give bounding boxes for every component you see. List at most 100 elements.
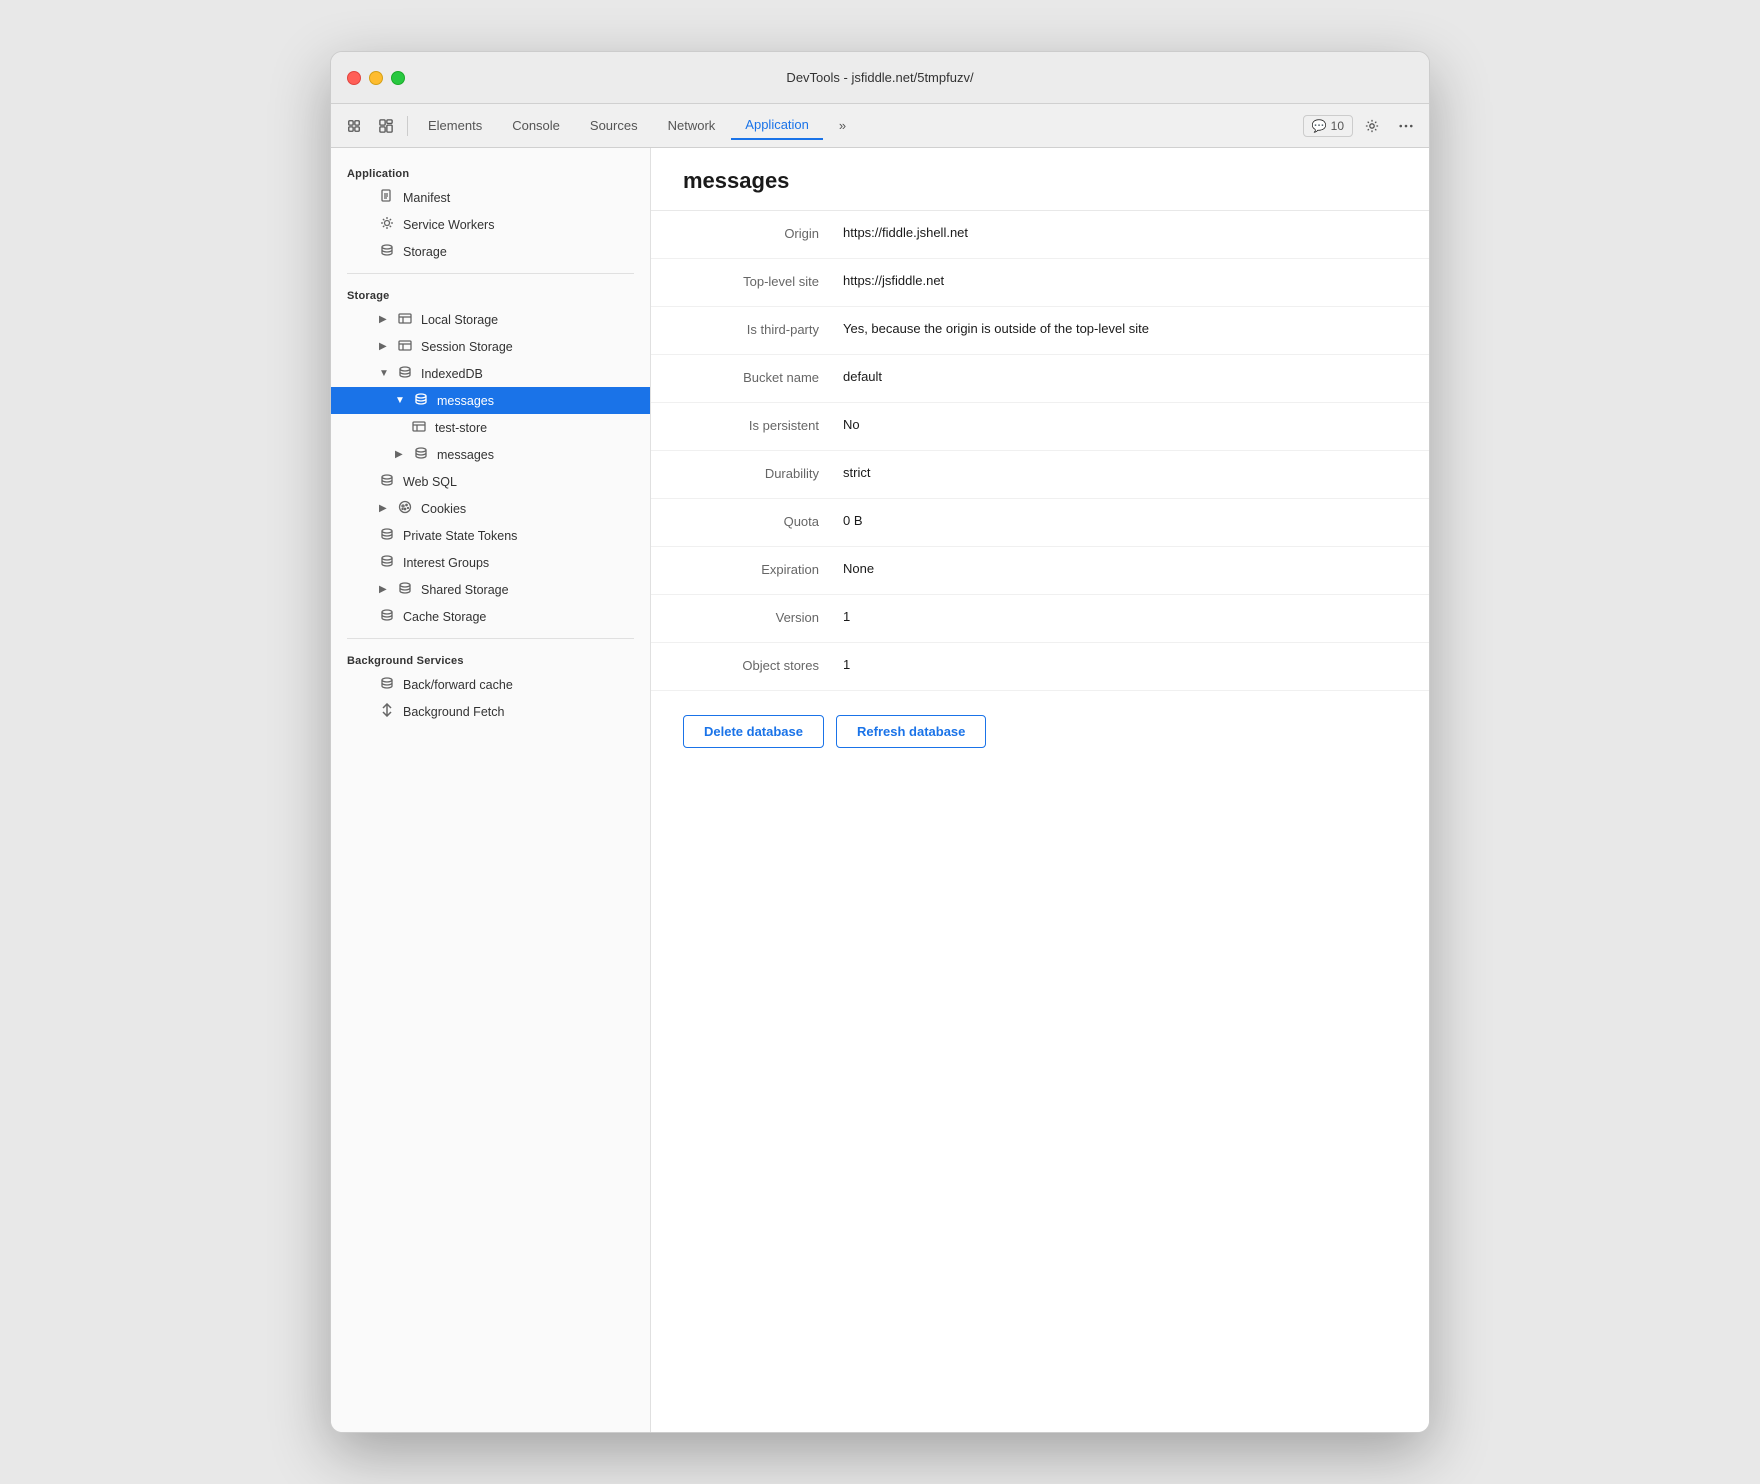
sidebar-item-cookies[interactable]: ▶ Cookies [331,495,650,522]
detail-row-version: Version 1 [651,595,1429,643]
label-is-third-party: Is third-party [683,321,843,337]
sidebar-item-local-storage[interactable]: ▶ Local Storage [331,306,650,333]
sidebar-section-storage: Storage [331,282,650,306]
tab-more[interactable]: » [825,112,860,139]
sidebar-item-background-fetch[interactable]: Background Fetch [331,698,650,725]
value-version: 1 [843,609,1397,624]
session-storage-icon [397,338,413,355]
messages-badge-button[interactable]: 💬 10 [1303,115,1353,137]
shared-storage-arrow: ▶ [379,584,389,595]
window-title: DevTools - jsfiddle.net/5tmpfuzv/ [786,70,973,85]
value-top-level-site: https://jsfiddle.net [843,273,1397,288]
label-object-stores: Object stores [683,657,843,673]
detail-row-is-persistent: Is persistent No [651,403,1429,451]
manifest-icon [379,189,395,206]
minimize-button[interactable] [369,71,383,85]
inspect-tool-button[interactable] [371,115,401,137]
sidebar-item-cache-storage[interactable]: Cache Storage [331,603,650,630]
websql-label: Web SQL [403,475,457,489]
sidebar-item-service-workers[interactable]: Service Workers [331,211,650,238]
settings-button[interactable] [1357,115,1387,137]
sidebar-item-manifest[interactable]: Manifest [331,184,650,211]
value-quota: 0 B [843,513,1397,528]
value-durability: strict [843,465,1397,480]
close-button[interactable] [347,71,361,85]
ellipsis-icon [1399,119,1413,133]
inspect-icon [379,119,393,133]
badge-icon: 💬 [1312,119,1327,133]
gear-icon [1365,119,1379,133]
private-state-tokens-label: Private State Tokens [403,529,517,543]
sidebar-item-private-state-tokens[interactable]: Private State Tokens [331,522,650,549]
toolbar-right: 💬 10 [1303,115,1421,137]
badge-count: 10 [1331,119,1344,133]
cache-storage-label: Cache Storage [403,610,486,624]
sidebar-item-messages-active[interactable]: ▼ messages [331,387,650,414]
shared-storage-label: Shared Storage [421,583,509,597]
interest-groups-icon [379,554,395,571]
devtools-window: DevTools - jsfiddle.net/5tmpfuzv/ Elemen… [330,51,1430,1433]
local-storage-arrow: ▶ [379,314,389,325]
detail-row-origin: Origin https://fiddle.jshell.net [651,211,1429,259]
backforward-cache-icon [379,676,395,693]
sidebar-item-shared-storage[interactable]: ▶ Shared Storage [331,576,650,603]
main-layout: Application Manifest [331,148,1429,1432]
label-quota: Quota [683,513,843,529]
value-object-stores: 1 [843,657,1397,672]
toolbar: Elements Console Sources Network Applica… [331,104,1429,148]
value-bucket-name: default [843,369,1397,384]
messages-active-icon [413,392,429,409]
sidebar-item-websql[interactable]: Web SQL [331,468,650,495]
backforward-cache-label: Back/forward cache [403,678,513,692]
detail-row-durability: Durability strict [651,451,1429,499]
content-header: messages [651,148,1429,211]
tab-application[interactable]: Application [731,111,823,140]
detail-row-top-level-site: Top-level site https://jsfiddle.net [651,259,1429,307]
detail-row-object-stores: Object stores 1 [651,643,1429,691]
local-storage-label: Local Storage [421,313,498,327]
local-storage-icon [397,311,413,328]
label-is-persistent: Is persistent [683,417,843,433]
content-title: messages [683,168,1397,194]
session-storage-label: Session Storage [421,340,513,354]
label-version: Version [683,609,843,625]
sidebar-item-interest-groups[interactable]: Interest Groups [331,549,650,576]
cursor-icon [347,119,361,133]
traffic-lights [347,71,405,85]
storage-app-icon [379,243,395,260]
more-options-button[interactable] [1391,115,1421,137]
label-bucket-name: Bucket name [683,369,843,385]
service-workers-icon [379,216,395,233]
detail-row-bucket-name: Bucket name default [651,355,1429,403]
messages-active-arrow: ▼ [395,395,405,406]
tab-console[interactable]: Console [498,112,574,139]
sidebar-item-storage-app[interactable]: Storage [331,238,650,265]
sidebar-item-indexeddb[interactable]: ▼ IndexedDB [331,360,650,387]
value-origin: https://fiddle.jshell.net [843,225,1397,240]
tab-elements[interactable]: Elements [414,112,496,139]
value-is-third-party: Yes, because the origin is outside of th… [843,321,1397,336]
cursor-tool-button[interactable] [339,115,369,137]
title-bar: DevTools - jsfiddle.net/5tmpfuzv/ [331,52,1429,104]
sidebar-item-messages-collapsed[interactable]: ▶ messages [331,441,650,468]
private-state-tokens-icon [379,527,395,544]
indexeddb-arrow: ▼ [379,368,389,379]
sidebar-item-test-store[interactable]: test-store [331,414,650,441]
tab-sources[interactable]: Sources [576,112,652,139]
tab-network[interactable]: Network [654,112,730,139]
value-is-persistent: No [843,417,1397,432]
messages-collapsed-arrow: ▶ [395,449,405,460]
refresh-database-button[interactable]: Refresh database [836,715,986,748]
test-store-label: test-store [435,421,487,435]
label-durability: Durability [683,465,843,481]
sidebar-item-backforward-cache[interactable]: Back/forward cache [331,671,650,698]
sidebar-item-session-storage[interactable]: ▶ Session Storage [331,333,650,360]
messages-collapsed-label: messages [437,448,494,462]
delete-database-button[interactable]: Delete database [683,715,824,748]
value-expiration: None [843,561,1397,576]
maximize-button[interactable] [391,71,405,85]
cookies-label: Cookies [421,502,466,516]
websql-icon [379,473,395,490]
sidebar-divider-1 [347,273,634,274]
detail-row-expiration: Expiration None [651,547,1429,595]
